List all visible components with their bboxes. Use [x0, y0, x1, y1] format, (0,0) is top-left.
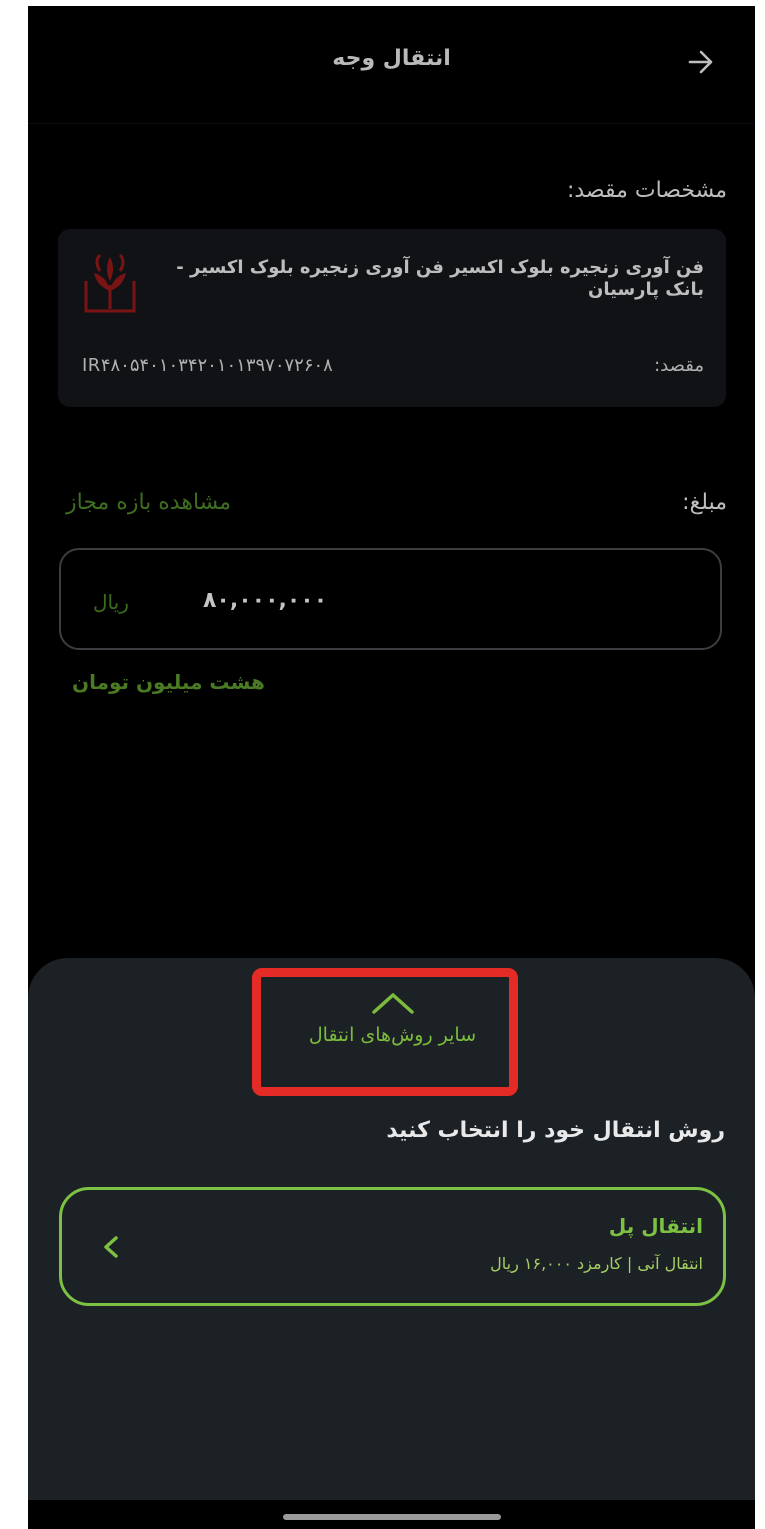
destination-name: فن آوری زنجیره بلوک اکسیر فن آوری زنجیره…: [176, 257, 704, 300]
other-methods-button[interactable]: سایر روش‌های انتقال: [265, 978, 520, 1090]
destination-section-label: مشخصات مقصد:: [566, 178, 727, 203]
transfer-method-sheet: سایر روش‌های انتقال روش انتقال خود را ان…: [28, 958, 755, 1500]
amount-value: ۸۰,۰۰۰,۰۰۰: [203, 588, 328, 613]
chevron-left-icon: [104, 1236, 118, 1258]
app-screen: انتقال وجه مشخصات مقصد: فن آوری زنجیره ب…: [28, 6, 755, 1529]
amount-in-words: هشت میلیون تومان: [72, 670, 265, 694]
allowed-range-link[interactable]: مشاهده بازه مجاز: [66, 490, 231, 515]
choose-method-label: روش انتقال خود را انتخاب کنید: [386, 1118, 725, 1143]
home-indicator[interactable]: [283, 1514, 501, 1520]
amount-label: مبلغ:: [682, 490, 727, 515]
system-nav-bar: [28, 1500, 755, 1529]
method-card-pol[interactable]: انتقال پل انتقال آنی | کارمزد ۱۶,۰۰۰ ریا…: [59, 1187, 726, 1306]
header: انتقال وجه: [28, 6, 755, 124]
back-button[interactable]: [681, 42, 721, 82]
parsian-bank-logo: [84, 253, 136, 313]
other-methods-label: سایر روش‌های انتقال: [308, 1024, 477, 1046]
currency-label: ریال: [93, 590, 129, 614]
chevron-up-icon: [371, 993, 414, 1014]
page-title: انتقال وجه: [332, 46, 451, 71]
destination-iban: IR۴۸۰۵۴۰۱۰۳۴۲۰۱۰۱۳۹۷۰۷۲۶۰۸: [82, 355, 333, 376]
method-subtitle: انتقال آنی | کارمزد ۱۶,۰۰۰ ریال: [490, 1254, 703, 1273]
arrow-right-icon: [688, 50, 713, 74]
destination-card: فن آوری زنجیره بلوک اکسیر فن آوری زنجیره…: [58, 229, 726, 407]
destination-label: مقصد:: [654, 355, 704, 376]
amount-input[interactable]: ریال ۸۰,۰۰۰,۰۰۰: [59, 548, 722, 650]
method-title: انتقال پل: [608, 1214, 703, 1238]
header-divider: [28, 123, 755, 124]
